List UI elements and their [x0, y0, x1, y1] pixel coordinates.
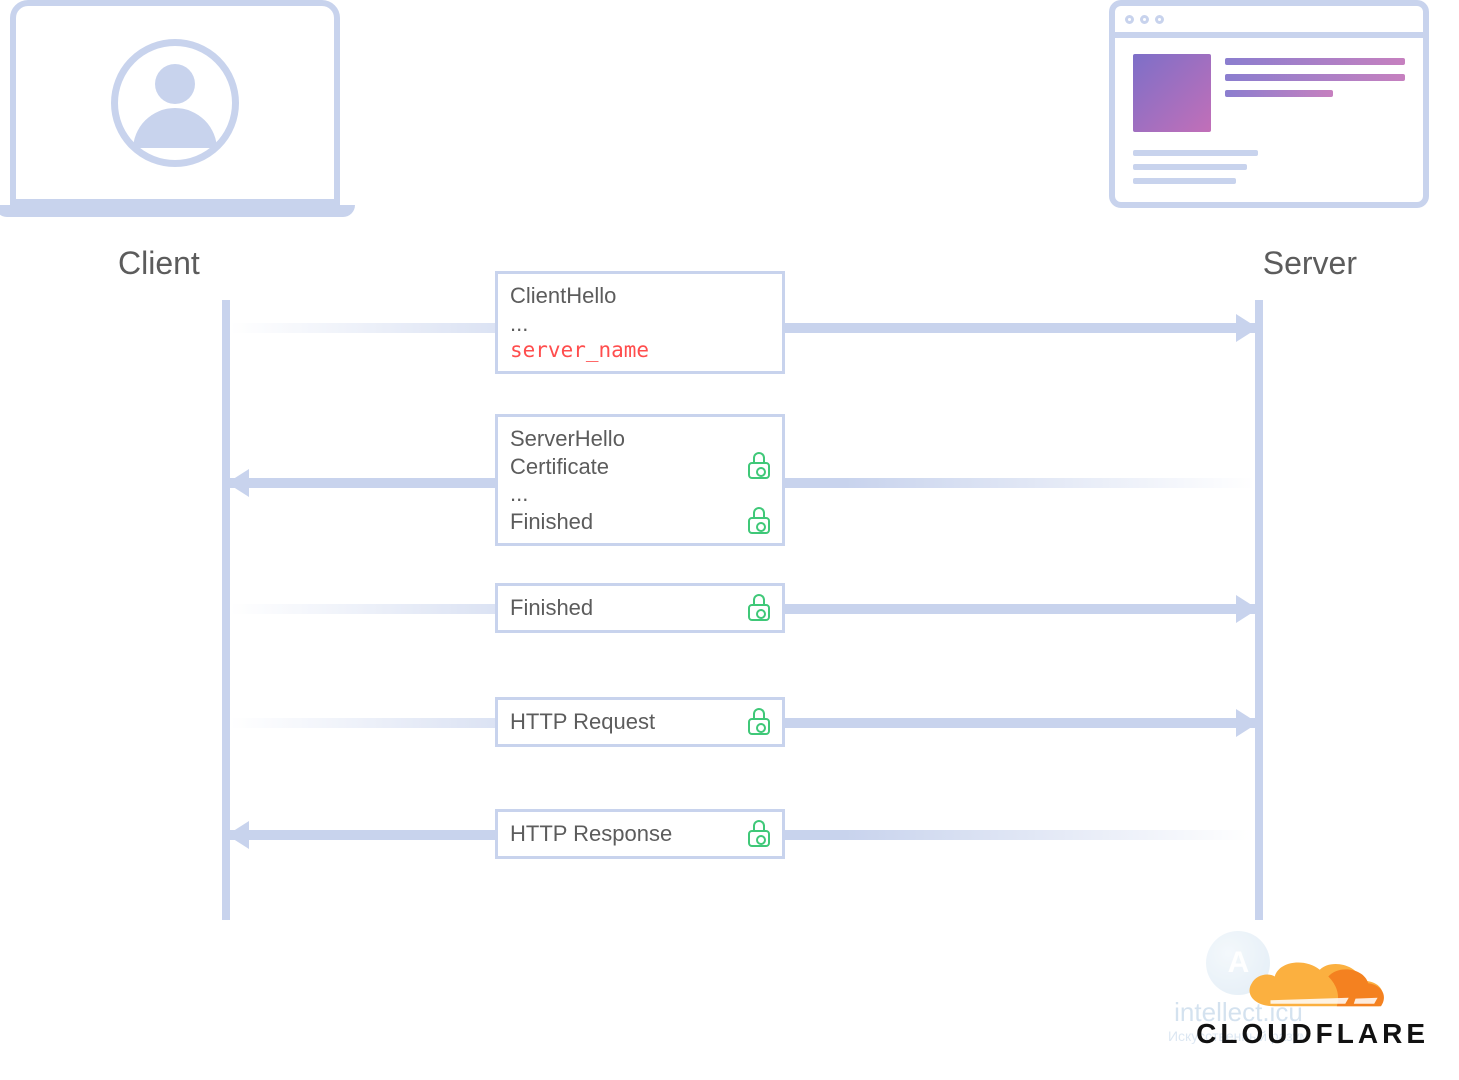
cloud-icon: [1228, 950, 1398, 1020]
lock-icon: [748, 595, 770, 621]
msg-http-response: HTTP Response: [495, 809, 785, 859]
msg-text: HTTP Request: [510, 708, 655, 736]
lock-icon: [748, 508, 770, 534]
msg-text: ...: [510, 310, 528, 338]
msg-text: Finished: [510, 508, 593, 536]
client-label: Client: [118, 245, 200, 282]
msg-server-hello: ServerHello Certificate ... Finished: [495, 414, 785, 546]
msg-http-request: HTTP Request: [495, 697, 785, 747]
msg-text: Certificate: [510, 453, 609, 481]
client-icon: [10, 0, 370, 217]
tls-handshake-diagram: Client Server ClientHello ... server_nam…: [0, 0, 1459, 1080]
msg-text: HTTP Response: [510, 820, 672, 848]
msg-text: ClientHello: [510, 282, 616, 310]
laptop-screen: [10, 0, 340, 205]
msg-client-finished: Finished: [495, 583, 785, 633]
lock-icon: [748, 709, 770, 735]
server-label: Server: [1263, 245, 1357, 282]
msg-text: Finished: [510, 594, 593, 622]
user-avatar-icon: [111, 39, 239, 167]
msg-text: ServerHello: [510, 425, 625, 453]
msg-text: ...: [510, 480, 528, 508]
lock-icon: [748, 821, 770, 847]
cloudflare-logo: CLOUDFLARE: [1196, 950, 1429, 1050]
page-thumbnail: [1133, 54, 1211, 132]
lock-icon: [748, 453, 770, 479]
browser-titlebar: [1115, 6, 1423, 38]
msg-text-highlight: server_name: [510, 337, 649, 363]
server-icon: [1109, 0, 1429, 208]
msg-client-hello: ClientHello ... server_name: [495, 271, 785, 374]
cloudflare-logo-text: CLOUDFLARE: [1196, 1018, 1429, 1050]
